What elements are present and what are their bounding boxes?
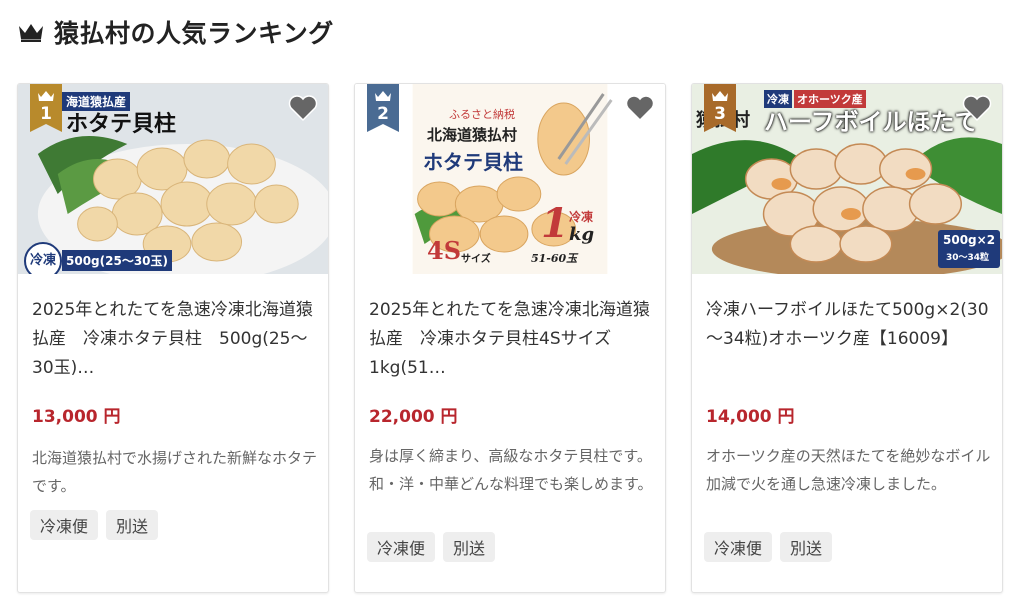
rank-number: 2 — [377, 104, 389, 124]
product-card[interactable]: ふるさと納税 北海道猿払村 ホタテ貝柱 冷凍 1 kg 4S サイズ 51-60… — [354, 83, 666, 593]
image-size-suffix: サイズ — [461, 254, 491, 265]
image-title: ハーフボイルほたて — [764, 107, 979, 136]
rank-badge: 1 — [30, 84, 62, 132]
product-name[interactable]: 2025年とれたてを急速冷凍北海道猿払産 冷凍ホタテ貝柱4Sサイズ 1kg(51… — [369, 296, 653, 383]
product-card[interactable]: 冷凍 オホーツク産 猿払村 ハーフボイルほたて 500g×2 30〜34粒 3 … — [691, 83, 1003, 593]
tag-list: 冷凍便 別送 — [30, 510, 159, 540]
tag-frozen: 冷凍便 — [704, 532, 773, 562]
product-price: 14,000 円 — [706, 407, 795, 427]
rank-badge: 3 — [704, 84, 736, 132]
tag-separate: 別送 — [780, 532, 833, 562]
heart-icon[interactable] — [288, 94, 318, 122]
rank-number: 1 — [40, 104, 52, 124]
product-image[interactable]: 海道猿払産 ホタテ貝柱 冷凍 500g(25〜30玉) 1 — [18, 84, 328, 274]
heart-icon[interactable] — [625, 94, 655, 122]
product-description: 北海道猿払村で水揚げされた新鮮なホタテです。 — [32, 449, 318, 495]
image-tagline: ふるさと納税 — [449, 108, 515, 121]
image-title: ホタテ貝柱 — [66, 111, 177, 137]
product-name[interactable]: 2025年とれたてを急速冷凍北海道猿払産 冷凍ホタテ貝柱 500g(25～30玉… — [32, 296, 316, 383]
tag-separate: 別送 — [106, 510, 159, 540]
product-card[interactable]: 海道猿払産 ホタテ貝柱 冷凍 500g(25〜30玉) 1 2025年とれたてを… — [17, 83, 329, 593]
tag-list: 冷凍便 別送 — [367, 532, 496, 562]
tag-list: 冷凍便 別送 — [704, 532, 833, 562]
page-title: 猿払村の人気ランキング — [54, 19, 334, 48]
tag-frozen: 冷凍便 — [30, 510, 99, 540]
image-unit: kg — [569, 224, 595, 245]
image-line-1: 北海道猿払村 — [427, 126, 518, 144]
image-count: 30〜34粒 — [946, 253, 990, 263]
heart-icon[interactable] — [962, 94, 992, 122]
crown-icon — [19, 24, 43, 42]
image-frozen: 冷凍 — [569, 210, 594, 224]
image-weight-box: 500g×2 30〜34粒 — [938, 230, 1000, 268]
image-size: 4S — [427, 236, 462, 265]
product-name[interactable]: 冷凍ハーフボイルほたて500g×2(30～34粒)オホーツク産【16009】 — [706, 296, 990, 354]
image-count: 51-60玉 — [531, 252, 578, 265]
product-image[interactable]: ふるさと納税 北海道猿払村 ホタテ貝柱 冷凍 1 kg 4S サイズ 51-60… — [355, 84, 665, 274]
image-weight: 500g×2 — [943, 233, 996, 247]
rank-number: 3 — [714, 104, 726, 124]
section-header: 猿払村の人気ランキング — [18, 14, 334, 50]
tag-frozen: 冷凍便 — [367, 532, 436, 562]
product-image[interactable]: 冷凍 オホーツク産 猿払村 ハーフボイルほたて 500g×2 30〜34粒 3 — [692, 84, 1002, 274]
frozen-badge: 冷凍 — [24, 242, 62, 274]
product-price: 22,000 円 — [369, 407, 458, 427]
tag-separate: 別送 — [443, 532, 496, 562]
rank-badge: 2 — [367, 84, 399, 132]
image-qty: 1 — [541, 200, 569, 247]
image-line-2: ホタテ貝柱 — [423, 150, 523, 174]
image-weight-label: 500g(25〜30玉) — [62, 250, 173, 271]
product-description: 身は厚く締まり、高級なホタテ貝柱です。和・洋・中華どんな料理でも楽しめます。 — [369, 447, 653, 493]
product-description: オホーツク産の天然ほたてを絶妙なボイル加減で火を通し急速冷凍しました。 — [706, 447, 991, 493]
product-price: 13,000 円 — [32, 407, 121, 427]
